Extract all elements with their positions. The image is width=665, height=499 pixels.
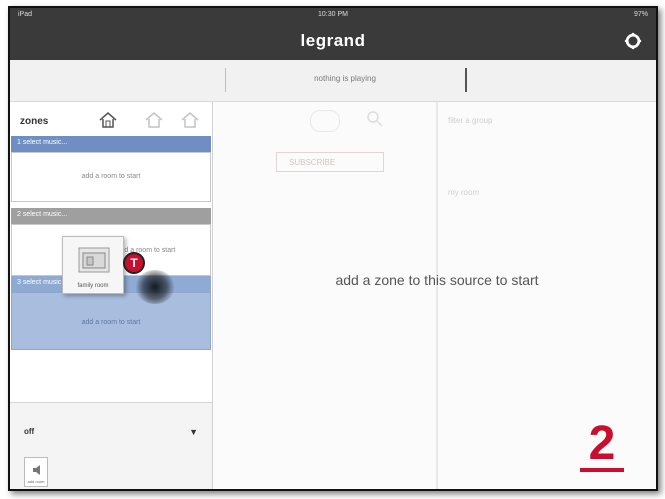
step-number: 2 — [580, 420, 624, 472]
zone-1-hint: add a room to start — [81, 173, 141, 180]
zone-1-dropzone[interactable]: add a room to start — [11, 152, 211, 202]
ghost-subscribe-label: SUBSCRIBE — [289, 158, 336, 167]
battery-label: 97% — [633, 11, 648, 18]
zone-2-header[interactable]: 2 select music... — [11, 208, 211, 224]
touch-point-indicator — [135, 270, 175, 304]
room-icon — [78, 247, 110, 273]
zone-3-dropzone[interactable]: add a room to start — [11, 292, 211, 350]
dragged-room-label: family room — [77, 283, 109, 289]
house-icon[interactable] — [98, 110, 118, 130]
ghost-list-item: my room — [448, 188, 480, 197]
app-frame: iPad 10:30 PM 97% legrand nothing is pla… — [8, 6, 658, 491]
zone-1-header[interactable]: 1 select music... — [11, 136, 211, 152]
now-playing-bar: nothing is playing — [10, 60, 656, 102]
sidebar-footer: off ▼ add room — [10, 402, 212, 489]
touch-badge: T — [123, 252, 145, 274]
ghost-subscribe: SUBSCRIBE — [276, 152, 384, 172]
speaker-icon — [33, 465, 40, 475]
power-status[interactable]: off — [24, 427, 34, 436]
ghost-toggle — [310, 110, 340, 132]
app-title: legrand — [300, 31, 366, 50]
empty-state-message: add a zone to this source to start — [335, 272, 539, 288]
ghost-filter: filter a group — [448, 116, 493, 125]
clock: 10:30 PM — [318, 11, 348, 18]
toolbar-divider — [465, 68, 467, 92]
zones-sidebar: zones 1 select music... add a room to st… — [10, 102, 213, 489]
add-room-label: add room — [27, 479, 45, 484]
zone-3-hint: add a room to start — [81, 319, 141, 326]
gear-icon[interactable] — [624, 32, 642, 50]
zones-title: zones — [20, 116, 49, 127]
status-bar: iPad 10:30 PM 97% — [10, 8, 656, 22]
add-room-button[interactable]: add room — [24, 457, 48, 487]
now-playing-text[interactable]: nothing is playing — [225, 74, 465, 83]
dragged-room-card[interactable]: family room — [62, 236, 124, 294]
search-icon — [367, 111, 383, 127]
zones-header: zones — [10, 102, 212, 136]
ghost-divider — [436, 102, 438, 489]
title-bar: legrand — [10, 22, 656, 60]
house-icon[interactable] — [180, 110, 200, 130]
volume-icon[interactable]: ▼ — [189, 427, 198, 437]
house-icon[interactable] — [144, 110, 164, 130]
